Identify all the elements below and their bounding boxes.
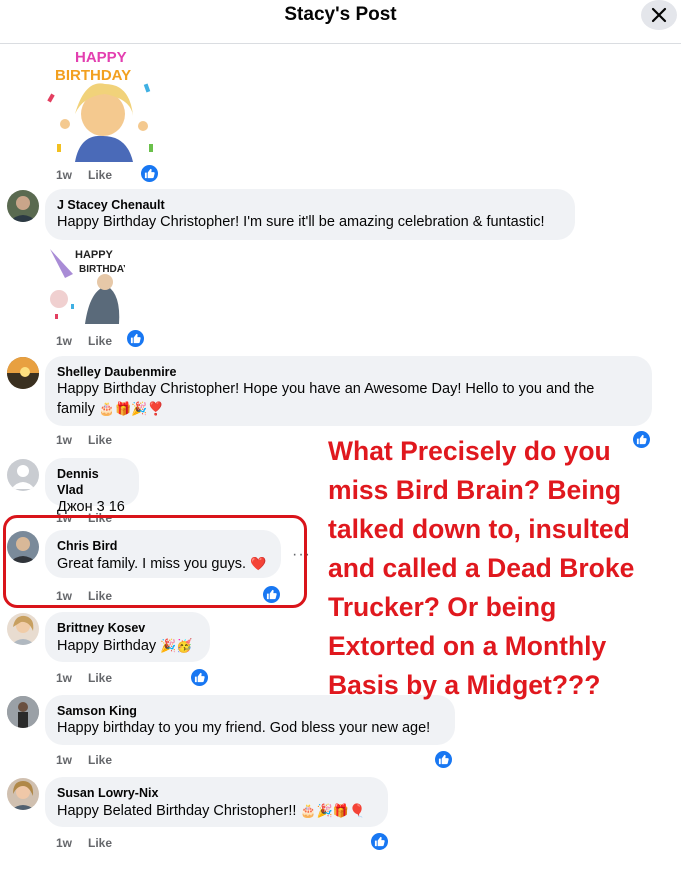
close-icon <box>651 7 667 23</box>
svg-text:HAPPY: HAPPY <box>75 249 114 261</box>
annotation-text: What Precisely do you miss Bird Brain? B… <box>328 432 668 705</box>
commenter-name[interactable]: Shelley Daubenmire <box>57 364 640 380</box>
commenter-name[interactable]: Samson King <box>57 703 443 719</box>
comment-time: 1w <box>56 753 73 767</box>
comment-meta: 1w Like <box>56 753 128 767</box>
emoji-group: 🎉🥳 <box>160 638 193 653</box>
commenter-name[interactable]: Susan Lowry-Nix <box>57 785 376 801</box>
annotation-line: and called a Dead Broke <box>328 553 635 583</box>
like-link[interactable]: Like <box>88 836 112 850</box>
birthday-sticker: HAPPY BIRTHDAY <box>45 244 130 324</box>
like-link[interactable]: Like <box>88 334 112 348</box>
comment-time: 1w <box>56 836 73 850</box>
comment-bubble: Dennis Vlad Джон 3 16 <box>45 458 139 515</box>
commenter-name[interactable]: Dennis Vlad <box>57 466 127 498</box>
like-link[interactable]: Like <box>88 671 112 685</box>
post-title: Stacy's Post <box>284 4 397 25</box>
comment-text: Happy Birthday Christopher! Hope you hav… <box>57 381 595 397</box>
comment-meta: 1w Like <box>56 334 128 348</box>
avatar[interactable] <box>7 357 39 389</box>
close-button[interactable] <box>641 0 677 30</box>
annotation-line: Basis by a Midget??? <box>328 670 601 700</box>
comment-time: 1w <box>56 334 73 348</box>
comment-time: 1w <box>56 671 73 685</box>
like-reaction-badge[interactable] <box>369 831 390 852</box>
like-link[interactable]: Like <box>88 433 112 447</box>
avatar[interactable] <box>7 190 39 222</box>
like-link[interactable]: Like <box>88 168 112 182</box>
like-reaction-badge[interactable] <box>433 749 454 770</box>
annotation-line: Trucker? Or being <box>328 592 557 622</box>
dialog-header: Stacy's Post <box>0 0 681 44</box>
comment-text: family <box>57 401 95 417</box>
emoji-group: 🎂🎉🎁🎈 <box>300 803 366 818</box>
avatar[interactable] <box>7 613 39 645</box>
comment-bubble: J Stacey Chenault Happy Birthday Christo… <box>45 189 575 240</box>
comment-text: Happy Belated Birthday Christopher!! <box>57 803 297 819</box>
commenter-name[interactable]: J Stacey Chenault <box>57 197 563 213</box>
thumbs-up-icon <box>438 754 449 765</box>
thumbs-up-icon <box>144 168 155 179</box>
birthday-sticker: HAPPY BIRTHDAY <box>45 44 163 162</box>
emoji-group: 🎂🎁🎉❣️ <box>98 401 164 416</box>
like-link[interactable]: Like <box>88 753 112 767</box>
avatar[interactable] <box>7 459 39 491</box>
comment-time: 1w <box>56 168 73 182</box>
commenter-name[interactable]: Brittney Kosev <box>57 620 198 636</box>
annotation-line: What Precisely do you <box>328 436 611 466</box>
comment-text: Happy birthday to you my friend. God ble… <box>57 720 431 736</box>
avatar[interactable] <box>7 778 39 810</box>
svg-text:BIRTHDAY: BIRTHDAY <box>79 264 125 275</box>
comment-bubble: Shelley Daubenmire Happy Birthday Christ… <box>45 356 652 426</box>
svg-text:HAPPY: HAPPY <box>75 49 127 66</box>
comment-meta: 1w Like <box>56 836 128 850</box>
comment-time: 1w <box>56 433 73 447</box>
like-reaction-badge[interactable] <box>139 163 160 184</box>
comment-bubble: Brittney Kosev Happy Birthday 🎉🥳 <box>45 612 210 662</box>
comment-text: Happy Birthday <box>57 638 157 654</box>
annotation-line: Extorted on a Monthly <box>328 631 607 661</box>
annotation-line: miss Bird Brain? Being <box>328 475 622 505</box>
comment-meta: 1w Like <box>56 671 128 685</box>
like-reaction-badge[interactable] <box>189 667 210 688</box>
avatar[interactable] <box>7 696 39 728</box>
comment-bubble: Susan Lowry-Nix Happy Belated Birthday C… <box>45 777 388 827</box>
svg-text:BIRTHDAY: BIRTHDAY <box>55 67 131 84</box>
comment-meta: 1w Like <box>56 433 128 447</box>
thumbs-up-icon <box>130 333 141 344</box>
thumbs-up-icon <box>194 672 205 683</box>
comment-text: Happy Birthday Christopher! I'm sure it'… <box>57 214 545 230</box>
like-reaction-badge[interactable] <box>125 328 146 349</box>
comment-meta: 1w Like <box>56 168 128 182</box>
highlight-box <box>3 515 307 608</box>
annotation-line: talked down to, insulted <box>328 514 630 544</box>
thumbs-up-icon <box>374 836 385 847</box>
